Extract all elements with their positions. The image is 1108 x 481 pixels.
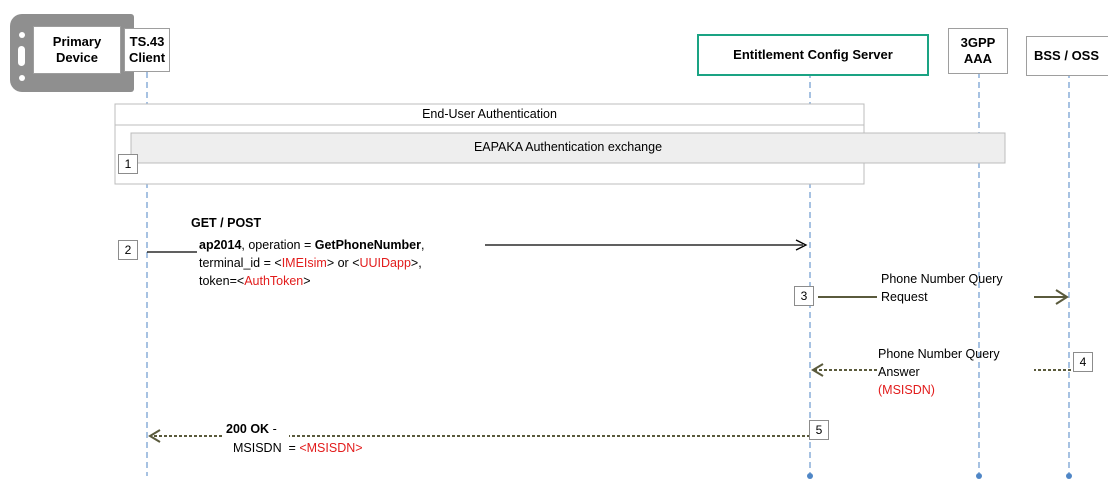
lifeline-end-aaa	[976, 473, 982, 479]
msg2-op-value: GetPhoneNumber	[314, 238, 421, 252]
lifeline-end-ecs	[807, 473, 813, 479]
msg3-line2: Request	[881, 290, 928, 304]
msg2-line-operation: ap2014, operation = GetPhoneNumber,	[199, 237, 424, 254]
msg2-imei: IMEIsim	[281, 256, 327, 270]
participant-ecs: Entitlement Config Server	[697, 34, 929, 76]
msg2-uuid: UUIDapp	[359, 256, 411, 270]
msg5-line-msisdn: MSISDN = <MSISDN>	[233, 440, 363, 457]
participant-ts43-client: TS.43 Client	[124, 28, 170, 72]
msg2-op-prefix: , operation =	[241, 238, 315, 252]
msg5-value: <MSISDN>	[299, 441, 363, 455]
msg5-field: MSISDN =	[233, 441, 300, 455]
msg2-line-token: token=<AuthToken>	[199, 273, 311, 290]
msg2-op-suffix: ,	[421, 238, 425, 252]
msg2-token: AuthToken	[244, 274, 304, 288]
msg5-status: 200 OK	[226, 422, 270, 436]
eapaka-title: EAPAKA Authentication exchange	[473, 140, 663, 154]
msg2-token-suffix: >	[303, 274, 311, 288]
end-user-auth-title: End-User Authentication	[422, 107, 557, 121]
step-1-badge: 1	[118, 154, 138, 174]
msg5-status-suffix: -	[269, 422, 277, 436]
msg2-token-prefix: token=<	[199, 274, 245, 288]
step-4-badge: 4	[1073, 352, 1093, 372]
msg2-terminal-prefix: terminal_id = <	[199, 256, 282, 270]
step-3-badge: 3	[794, 286, 814, 306]
lifeline-end-bss	[1066, 473, 1072, 479]
sequence-diagram	[10, 14, 1072, 479]
participant-3gpp-aaa: 3GPP AAA	[948, 28, 1008, 74]
msg2-app: ap2014	[199, 238, 242, 252]
participant-primary-device: Primary Device	[33, 26, 121, 74]
arrow-msg3	[818, 289, 1069, 305]
msg4-line1: Phone Number Query	[878, 347, 1000, 361]
msg2-terminal-suffix: >,	[410, 256, 422, 270]
msg5-line-status: 200 OK -	[226, 421, 277, 438]
arrow-msg4	[811, 363, 1071, 377]
msg4-line2: Answer	[878, 365, 920, 379]
msg2-method: GET / POST	[191, 216, 262, 230]
step-5-badge: 5	[809, 420, 829, 440]
msg4-line3: (MSISDN)	[878, 383, 935, 397]
participant-bss-oss: BSS / OSS	[1026, 36, 1108, 76]
step-2-badge: 2	[118, 240, 138, 260]
msg3-line1: Phone Number Query	[881, 272, 1003, 286]
msg2-terminal-mid: > or <	[326, 256, 360, 270]
msg2-line-terminal: terminal_id = <IMEIsim> or <UUIDapp>,	[199, 255, 422, 272]
